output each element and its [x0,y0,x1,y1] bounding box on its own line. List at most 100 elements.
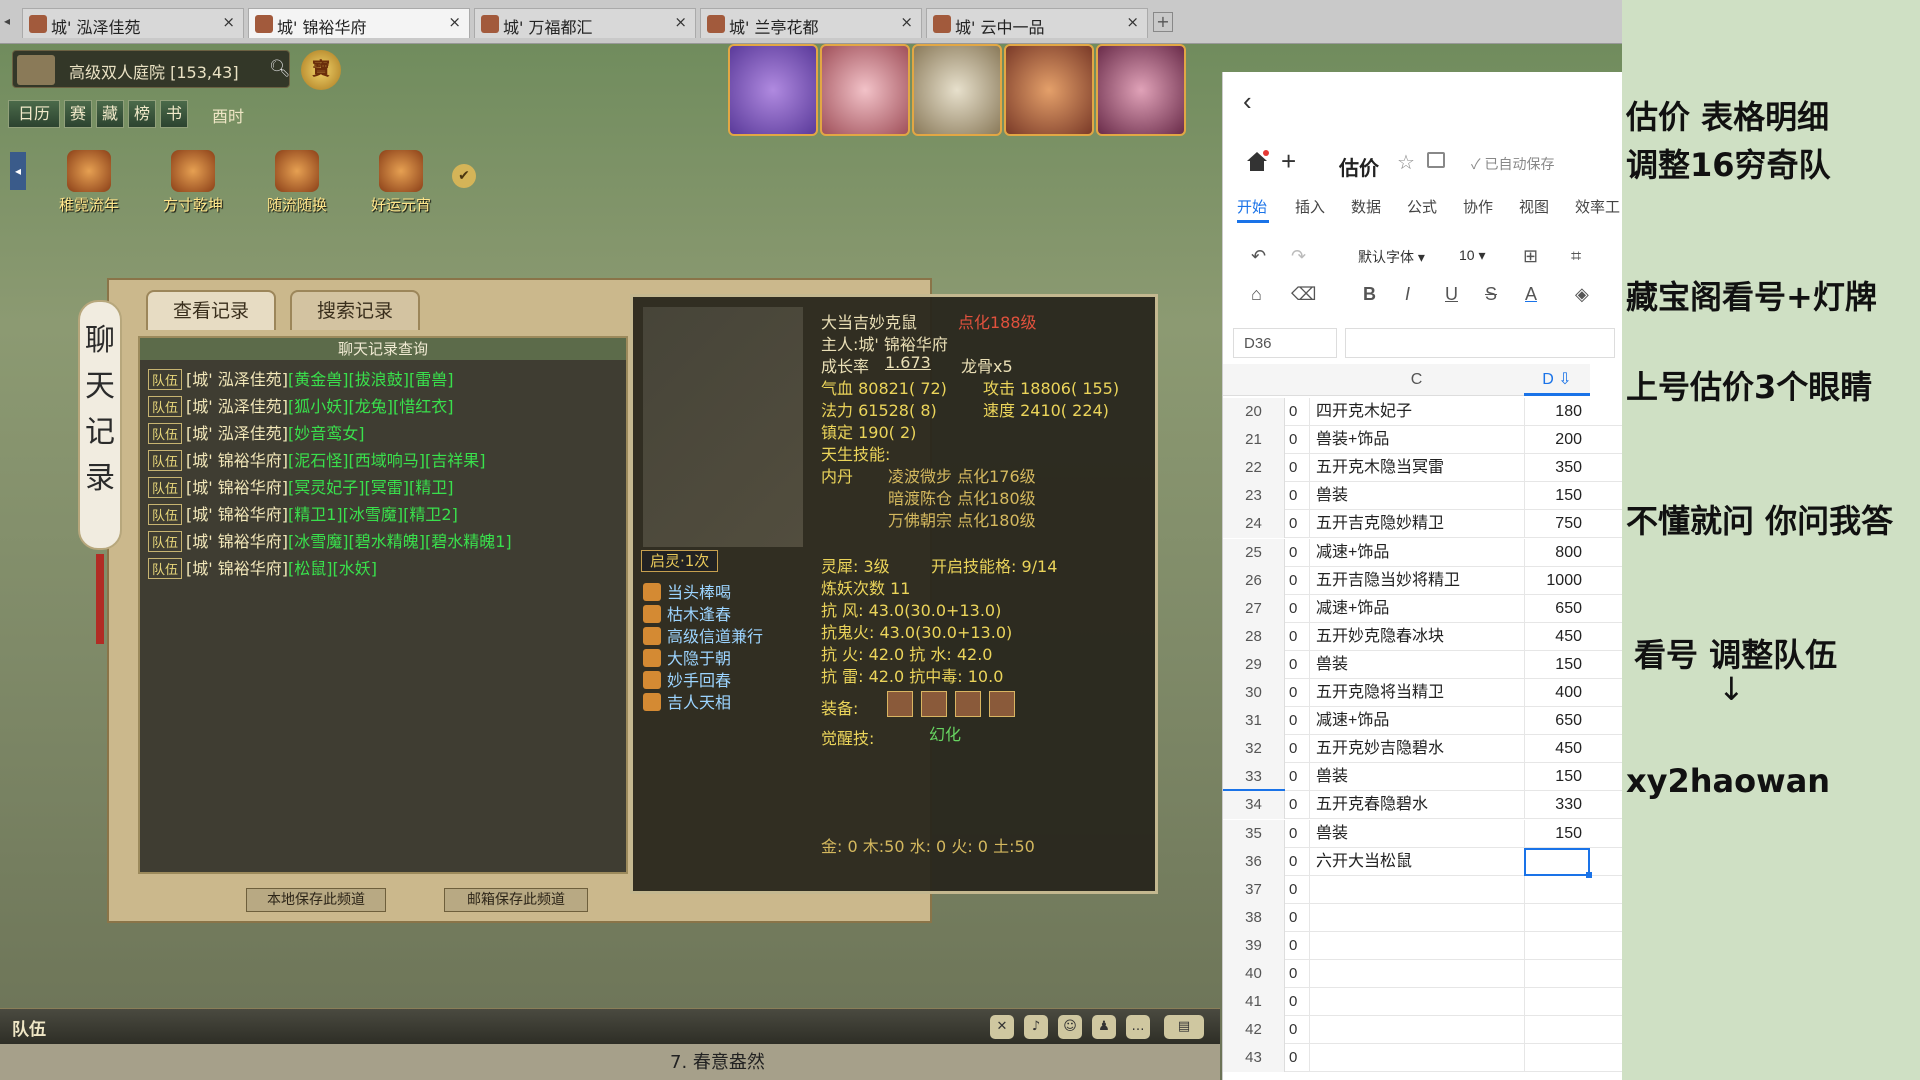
cell-c[interactable]: 五开吉克隐妙精卫 [1309,510,1533,539]
cell-b[interactable]: 0 [1289,510,1303,538]
row-number[interactable]: 26 [1223,566,1285,595]
cell-c[interactable]: 五开克春隐碧水 [1309,791,1533,820]
table-row[interactable]: 29 0 兽装 150 [1223,650,1622,679]
home-icon[interactable] [1245,150,1269,172]
close-icon[interactable]: × [900,13,913,31]
undo-icon[interactable]: ↶ [1251,246,1266,267]
table-row[interactable]: 27 0 减速+饰品 650 [1223,594,1622,623]
row-number[interactable]: 37 [1223,875,1285,904]
cell-d[interactable] [1524,960,1590,988]
table-row[interactable]: 30 0 五开克隐将当精卫 400 [1223,679,1622,707]
fill-color-icon[interactable]: ◈ [1575,284,1589,305]
close-icon[interactable]: × [674,13,687,31]
format-painter-icon[interactable]: ⌂ [1251,284,1262,305]
chat-line[interactable]: 队伍 [城' 锦裕华府][冰雪魔][碧水精魄][碧水精魄1] [148,528,512,552]
treasure-icon[interactable]: 寶 [301,50,341,90]
redo-icon[interactable]: ↷ [1291,246,1306,267]
table-row[interactable]: 24 0 五开吉克隐妙精卫 750 [1223,510,1622,539]
column-header-d[interactable]: D ⇩ [1524,364,1590,396]
row-number[interactable]: 27 [1223,594,1285,623]
cell-b[interactable]: 0 [1289,1016,1303,1044]
row-number[interactable]: 34 [1223,791,1285,820]
font-color-icon[interactable]: A [1525,284,1537,305]
minimap-icon[interactable] [17,55,55,85]
book-button[interactable]: 书 [160,100,188,128]
equip-slot-3[interactable] [955,691,981,717]
menu-formula[interactable]: 公式 [1407,196,1437,217]
chat-line[interactable]: 队伍 [城' 锦裕华府][松鼠][水妖] [148,555,377,579]
activity-2[interactable]: 方寸乾坤 [148,150,238,215]
cell-c[interactable]: 兽装+饰品 [1309,426,1533,455]
awaken-skill[interactable]: 幻化 [929,721,961,745]
cell-c[interactable] [1309,875,1533,904]
cell-d[interactable]: 800 [1524,538,1590,567]
cell-c[interactable] [1309,931,1533,960]
cell-c[interactable] [1309,988,1533,1017]
cell-d[interactable]: 150 [1524,763,1590,792]
row-number[interactable]: 40 [1223,960,1285,988]
chat-line[interactable]: 队伍 [城' 泓泽佳苑][妙音鸾女] [148,420,365,444]
add-icon[interactable]: + [1281,146,1296,177]
pet-skill[interactable]: 大隐于朝 [643,645,731,668]
cell-b[interactable]: 0 [1289,848,1303,876]
chat-pets[interactable]: [松鼠][水妖] [288,559,377,578]
cell-b[interactable]: 0 [1289,763,1303,791]
activity-1[interactable]: 稚霓流年 [44,150,134,215]
eraser-icon[interactable]: ⌫ [1291,284,1316,305]
cell-d[interactable] [1524,1044,1590,1073]
cell-b[interactable]: 0 [1289,623,1303,651]
back-icon[interactable]: ‹ [1243,86,1252,117]
close-icon[interactable]: × [222,13,235,31]
chat-pets[interactable]: [冥灵妃子][冥雷][精卫] [288,478,453,497]
cell-d[interactable]: 350 [1524,454,1590,483]
cell-c[interactable]: 五开克隐将当精卫 [1309,679,1533,707]
tab-lanting[interactable]: 城' 兰亭花都 × [700,8,922,38]
cell-c[interactable]: 兽装 [1309,482,1533,511]
cell-b[interactable]: 0 [1289,651,1303,679]
cell-c[interactable]: 五开妙克隐春冰块 [1309,622,1533,651]
row-number[interactable]: 30 [1223,679,1285,707]
menu-start[interactable]: 开始 [1237,196,1267,217]
cell-d[interactable]: 750 [1524,510,1590,539]
table-row[interactable]: 23 0 兽装 150 [1223,482,1622,511]
column-header-b[interactable] [1285,364,1309,396]
pet-skill[interactable]: 妙手回春 [643,667,731,690]
cell-c[interactable]: 六开大当松鼠 [1309,847,1533,876]
cell-d[interactable]: 650 [1524,594,1590,623]
table-row[interactable]: 21 0 兽装+饰品 200 [1223,426,1622,455]
cell-d[interactable]: 450 [1524,735,1590,764]
table-row[interactable]: 43 0 [1223,1044,1622,1073]
collection-button[interactable]: 藏 [96,100,124,128]
table-row[interactable]: 25 0 减速+饰品 800 [1223,538,1622,567]
cell-b[interactable]: 0 [1289,679,1303,707]
cell-c[interactable]: 减速+饰品 [1309,538,1533,567]
chat-line[interactable]: 队伍 [城' 锦裕华府][泥石怪][西域响马][吉祥果] [148,447,485,471]
italic-icon[interactable]: I [1405,284,1410,305]
portrait-4[interactable] [1004,44,1094,136]
cell-b[interactable]: 0 [1289,539,1303,567]
cell-c[interactable]: 减速+饰品 [1309,707,1533,736]
row-number[interactable]: 23 [1223,482,1285,511]
cell-b[interactable]: 0 [1289,1044,1303,1072]
row-number[interactable]: 43 [1223,1044,1285,1073]
save-email-button[interactable]: 邮箱保存此频道 [444,888,588,912]
cell-d[interactable] [1524,875,1590,904]
cell-d[interactable] [1524,1016,1590,1045]
menu-view[interactable]: 视图 [1519,196,1549,217]
tab-jinyu[interactable]: 城' 锦裕华府 × [248,8,470,38]
menu-efficiency[interactable]: 效率工 [1575,196,1620,217]
friends-icon[interactable]: ☺ [1058,1015,1082,1039]
cell-b[interactable]: 0 [1289,707,1303,735]
cell-c[interactable] [1309,1044,1533,1073]
underline-icon[interactable]: U [1445,284,1458,305]
cell-c[interactable]: 五开克妙吉隐碧水 [1309,735,1533,764]
row-number[interactable]: 39 [1223,931,1285,960]
cell-d[interactable] [1524,903,1590,932]
search-icon[interactable]: 🔍︎ [269,59,291,79]
close-icon[interactable]: × [1126,13,1139,31]
cell-c[interactable]: 五开克木隐当冥雷 [1309,454,1533,483]
location-bar[interactable]: 高级双人庭院 [153,43] 🔍︎ [12,50,291,88]
row-number[interactable]: 20 [1223,398,1285,426]
folder-icon[interactable] [1427,152,1445,168]
calendar-button[interactable]: 日历 [8,100,60,128]
